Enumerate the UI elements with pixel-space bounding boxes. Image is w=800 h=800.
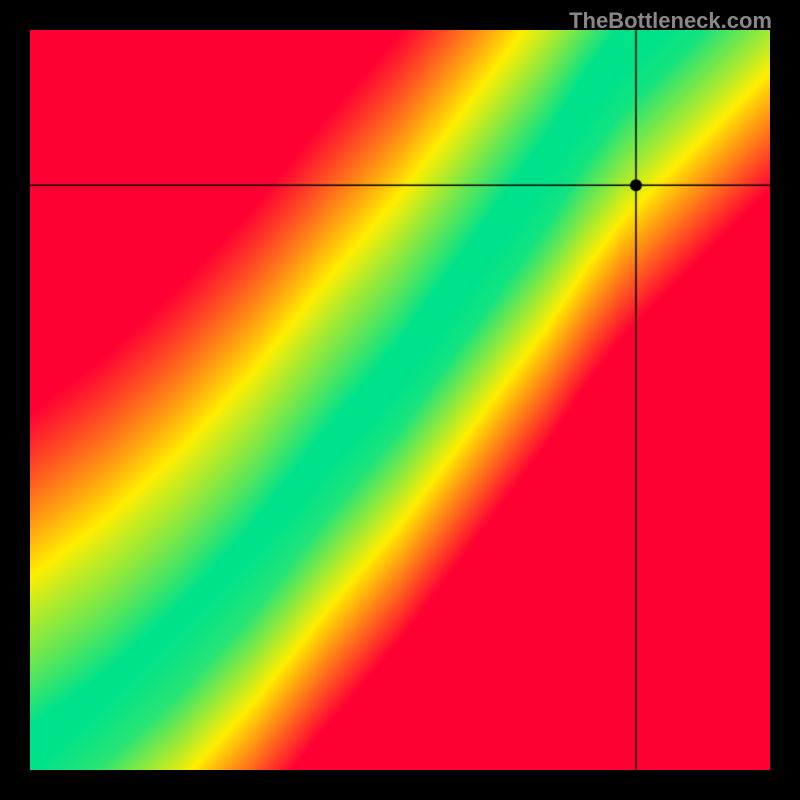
watermark-text: TheBottleneck.com [569,8,772,34]
heatmap-canvas [30,30,770,770]
heatmap-plot [30,30,770,770]
